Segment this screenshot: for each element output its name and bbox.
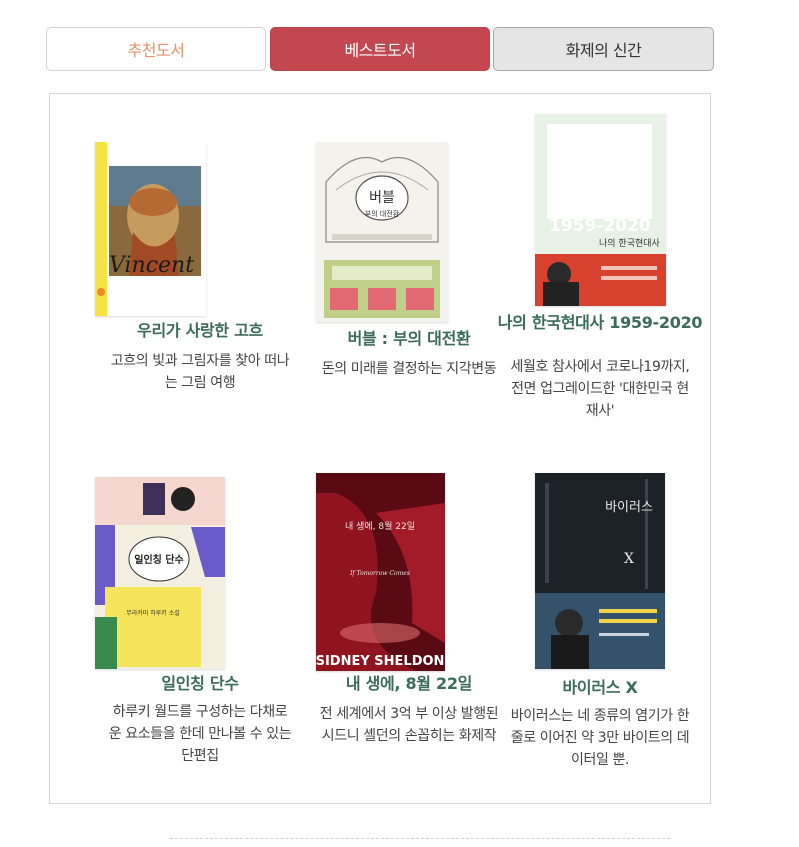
- book-title[interactable]: 내 생에, 8월 22일: [304, 675, 514, 693]
- book-title[interactable]: 일인칭 단수: [95, 675, 305, 693]
- section-divider: [170, 838, 670, 839]
- book-description: 돈의 미래를 결정하는 지각변동: [321, 361, 497, 377]
- book-title[interactable]: 우리가 사랑한 고흐: [95, 322, 305, 340]
- book-cover-korean-history[interactable]: 1959-2020 나의 한국현대사: [535, 114, 666, 306]
- cover-title-text: 일인칭 단수: [134, 553, 183, 566]
- book-cover-gogh[interactable]: Vincent: [95, 142, 206, 316]
- book-grid-panel: Vincent 우리가 사랑한 고흐 고흐의 빛과 그림자를 찾아 떠나는 그림…: [49, 93, 711, 804]
- tab-new-releases[interactable]: 화제의 신간: [493, 27, 714, 71]
- book-description: 세월호 참사에서 코로나19까지, 전면 업그레이드한 '대한민국 현재사': [510, 359, 690, 419]
- book-description: 바이러스는 네 종류의 염기가 한 줄로 이어진 약 3만 바이트의 데이터일 …: [510, 708, 690, 768]
- book-cover-first-person-singular[interactable]: 일인칭 단수 무라카미 하루키 소설: [95, 477, 225, 669]
- svg-text:If Tomorrow Comes: If Tomorrow Comes: [349, 570, 410, 577]
- book-cover-virus-x[interactable]: 바이러스 X: [535, 473, 665, 669]
- svg-text:나의 한국현대사: 나의 한국현대사: [599, 238, 661, 249]
- cover-title-text: 내 생에, 8월 22일: [345, 520, 415, 532]
- book-description: 하루키 월드를 구성하는 다채로운 요소들을 한데 만나볼 수 있는 단편집: [108, 704, 292, 764]
- book-title[interactable]: 버블 : 부의 대전환: [304, 330, 514, 348]
- book-description: 전 세계에서 3억 부 이상 발행된 시드니 셸던의 손꼽히는 화제작: [319, 706, 499, 744]
- cover-years-text: 1959-2020: [549, 216, 651, 236]
- category-tabs: 추천도서 베스트도서 화제의 신간: [46, 27, 714, 73]
- svg-text:X: X: [624, 551, 634, 567]
- book-cover-bubble[interactable]: 버블 부의 대전환: [316, 142, 448, 322]
- book-cover-if-tomorrow-comes[interactable]: 내 생에, 8월 22일 If Tomorrow Comes SIDNEY SH…: [316, 473, 445, 671]
- tab-recommended[interactable]: 추천도서: [46, 27, 266, 71]
- cover-author-text: SIDNEY SHELDON: [316, 654, 444, 669]
- book-description: 고흐의 빛과 그림자를 찾아 떠나는 그림 여행: [110, 353, 290, 391]
- book-title[interactable]: 나의 한국현대사 1959-2020: [495, 314, 705, 332]
- cover-main-text: 버블: [369, 190, 395, 206]
- cover-title-text: 바이러스: [605, 500, 653, 515]
- cover-script-text: Vincent: [109, 253, 194, 278]
- svg-text:무라카미 하루키 소설: 무라카미 하루키 소설: [126, 609, 180, 617]
- book-title[interactable]: 바이러스 X: [495, 679, 705, 697]
- tab-bestseller[interactable]: 베스트도서: [270, 27, 490, 71]
- svg-text:부의 대전환: 부의 대전환: [365, 209, 400, 218]
